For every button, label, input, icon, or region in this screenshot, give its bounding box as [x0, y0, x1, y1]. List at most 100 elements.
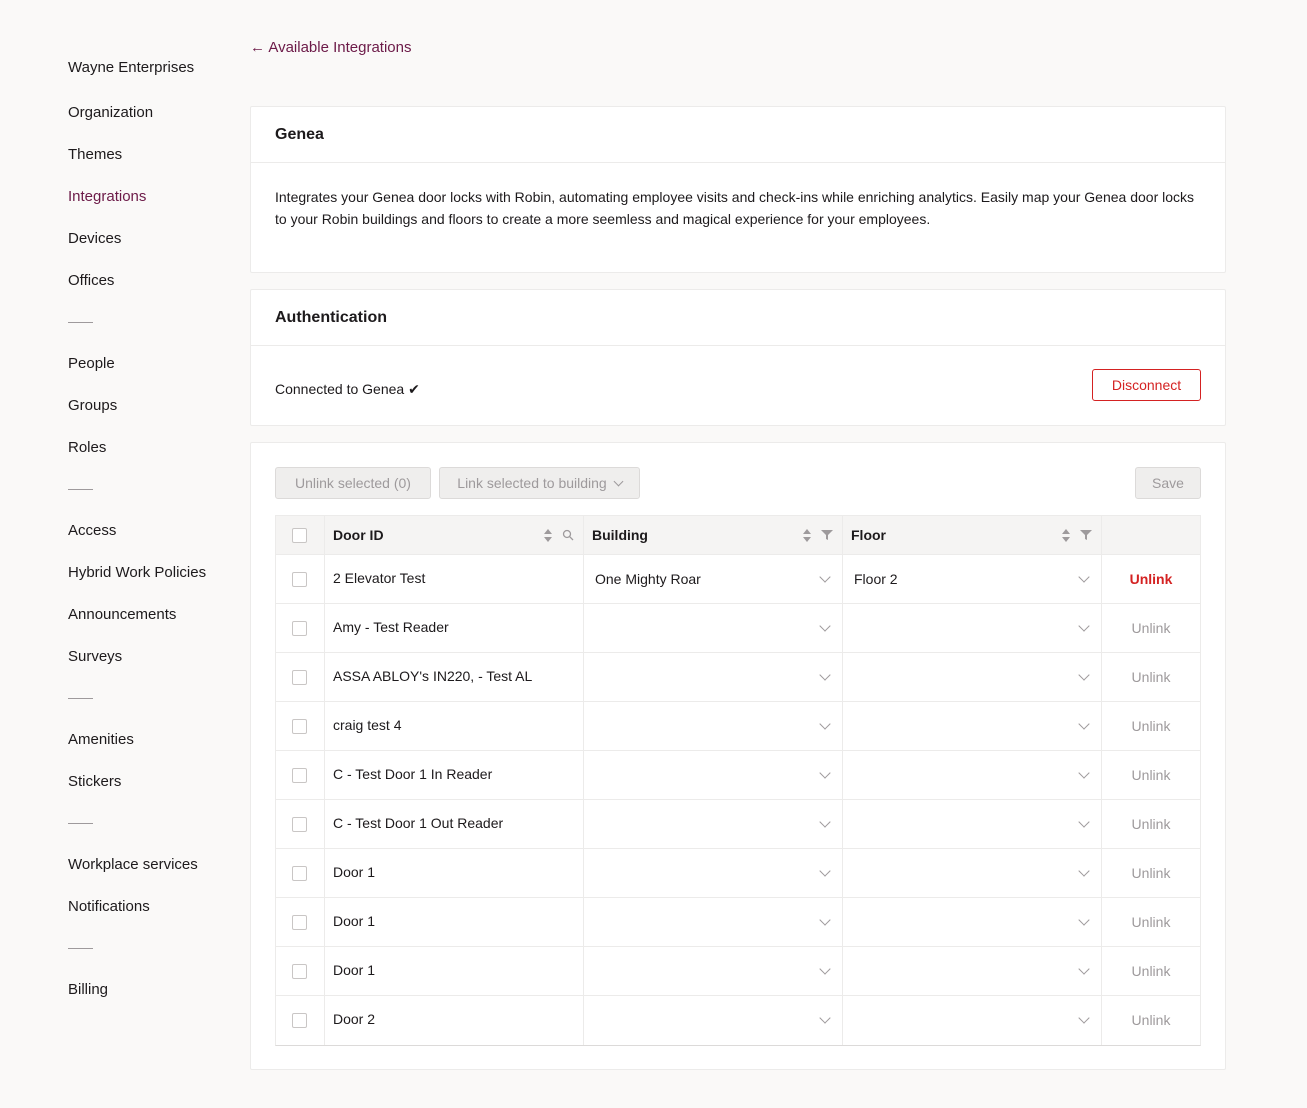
- table-row: Door 1 Unlink: [276, 898, 1200, 947]
- sidebar-item-offices[interactable]: Offices: [68, 272, 114, 290]
- unlink-button[interactable]: Unlink: [1102, 620, 1200, 636]
- sidebar-item-roles[interactable]: Roles: [68, 439, 106, 457]
- unlink-button[interactable]: Unlink: [1102, 718, 1200, 734]
- table-row: C - Test Door 1 Out Reader Unlink: [276, 800, 1200, 849]
- building-select[interactable]: [584, 702, 843, 750]
- floor-select[interactable]: [843, 947, 1102, 995]
- table-body: 2 Elevator Test One Mighty Roar Floor 2 Unl…: [276, 555, 1200, 1045]
- building-select[interactable]: [584, 947, 843, 995]
- floor-value: Floor 2: [854, 571, 898, 587]
- door-id: Door 1: [333, 913, 376, 929]
- chevron-down-icon: [819, 620, 831, 632]
- sort-icon[interactable]: [1061, 528, 1071, 544]
- sidebar-item-announcements[interactable]: Announcements: [68, 606, 176, 624]
- save-button[interactable]: Save: [1135, 467, 1201, 499]
- door-id: Door 1: [333, 962, 376, 978]
- row-checkbox[interactable]: [292, 817, 307, 832]
- search-icon[interactable]: [562, 529, 574, 541]
- row-checkbox[interactable]: [292, 670, 307, 685]
- row-checkbox[interactable]: [292, 719, 307, 734]
- floor-select[interactable]: [843, 751, 1102, 799]
- building-select[interactable]: [584, 800, 843, 848]
- row-checkbox[interactable]: [292, 768, 307, 783]
- door-id: craig test 4: [333, 717, 402, 733]
- unlink-button[interactable]: Unlink: [1102, 914, 1200, 930]
- floor-select[interactable]: [843, 653, 1102, 701]
- table-row: ASSA ABLOY's IN220, - Test AL Unlink: [276, 653, 1200, 702]
- sidebar-item-integrations[interactable]: Integrations: [68, 188, 146, 206]
- floor-select[interactable]: [843, 849, 1102, 897]
- door-id: Door 1: [333, 864, 376, 880]
- disconnect-button[interactable]: Disconnect: [1092, 369, 1201, 401]
- door-id: C - Test Door 1 Out Reader: [333, 815, 504, 831]
- building-select[interactable]: [584, 898, 843, 946]
- building-select[interactable]: [584, 849, 843, 897]
- table-header-row: Door ID Building Floor: [276, 516, 1200, 555]
- unlink-button[interactable]: Unlink: [1102, 767, 1200, 783]
- unlink-button[interactable]: Unlink: [1102, 963, 1200, 979]
- sidebar-item-devices[interactable]: Devices: [68, 230, 121, 248]
- building-select[interactable]: One Mighty Roar: [584, 555, 843, 603]
- org-name[interactable]: Wayne Enterprises: [68, 59, 194, 77]
- sidebar-divider: [68, 489, 93, 490]
- unlink-button[interactable]: Unlink: [1102, 669, 1200, 685]
- sort-icon[interactable]: [802, 528, 812, 544]
- table-row: Door 1 Unlink: [276, 947, 1200, 996]
- sidebar-item-workplace-services[interactable]: Workplace services: [68, 856, 198, 874]
- chevron-down-icon: [819, 669, 831, 681]
- row-checkbox[interactable]: [292, 866, 307, 881]
- sidebar-item-people[interactable]: People: [68, 355, 115, 373]
- sort-icon[interactable]: [543, 528, 553, 544]
- unlink-button[interactable]: Unlink: [1102, 571, 1200, 587]
- unlink-button[interactable]: Unlink: [1102, 1012, 1200, 1028]
- building-value: One Mighty Roar: [595, 571, 701, 587]
- sidebar-item-organization[interactable]: Organization: [68, 104, 153, 122]
- building-select[interactable]: [584, 653, 843, 701]
- filter-icon[interactable]: [821, 530, 833, 540]
- table-row: Door 2 Unlink: [276, 996, 1200, 1045]
- building-select[interactable]: [584, 604, 843, 652]
- sidebar-item-stickers[interactable]: Stickers: [68, 773, 121, 791]
- floor-select[interactable]: [843, 604, 1102, 652]
- sidebar-item-themes[interactable]: Themes: [68, 146, 122, 164]
- select-all-checkbox[interactable]: [292, 528, 307, 543]
- floor-select[interactable]: [843, 996, 1102, 1045]
- row-checkbox[interactable]: [292, 572, 307, 587]
- sidebar-item-billing[interactable]: Billing: [68, 981, 108, 999]
- floor-select[interactable]: [843, 702, 1102, 750]
- link-selected-to-building-dropdown[interactable]: Link selected to building: [439, 467, 640, 499]
- chevron-down-icon: [1078, 571, 1090, 583]
- table-row: Door 1 Unlink: [276, 849, 1200, 898]
- sidebar-item-notifications[interactable]: Notifications: [68, 898, 150, 916]
- chevron-down-icon: [1078, 669, 1090, 681]
- chevron-down-icon: [1078, 767, 1090, 779]
- unlink-button[interactable]: Unlink: [1102, 816, 1200, 832]
- floor-select[interactable]: [843, 898, 1102, 946]
- unlink-button[interactable]: Unlink: [1102, 865, 1200, 881]
- row-checkbox[interactable]: [292, 1013, 307, 1028]
- building-select[interactable]: [584, 751, 843, 799]
- integration-info-card: Genea Integrates your Genea door locks w…: [250, 106, 1226, 273]
- chevron-down-icon: [613, 476, 624, 487]
- chevron-down-icon: [819, 767, 831, 779]
- row-checkbox[interactable]: [292, 621, 307, 636]
- sidebar-item-hybrid-work-policies[interactable]: Hybrid Work Policies: [68, 564, 206, 582]
- sidebar-item-groups[interactable]: Groups: [68, 397, 117, 415]
- authentication-card: Authentication Connected to Genea ✔ Disc…: [250, 289, 1226, 426]
- floor-select[interactable]: [843, 800, 1102, 848]
- sidebar-item-amenities[interactable]: Amenities: [68, 731, 134, 749]
- row-checkbox[interactable]: [292, 964, 307, 979]
- unlink-selected-button[interactable]: Unlink selected (0): [275, 467, 431, 499]
- sidebar-divider: [68, 948, 93, 949]
- chevron-down-icon: [1078, 1012, 1090, 1024]
- sidebar-item-access[interactable]: Access: [68, 522, 116, 540]
- floor-select[interactable]: Floor 2: [843, 555, 1102, 603]
- back-to-integrations-link[interactable]: ← Available Integrations: [250, 39, 412, 57]
- row-checkbox[interactable]: [292, 915, 307, 930]
- chevron-down-icon: [819, 865, 831, 877]
- building-select[interactable]: [584, 996, 843, 1045]
- filter-icon[interactable]: [1080, 530, 1092, 540]
- sidebar-item-surveys[interactable]: Surveys: [68, 648, 122, 666]
- chevron-down-icon: [819, 816, 831, 828]
- integration-title: Genea: [251, 107, 1225, 163]
